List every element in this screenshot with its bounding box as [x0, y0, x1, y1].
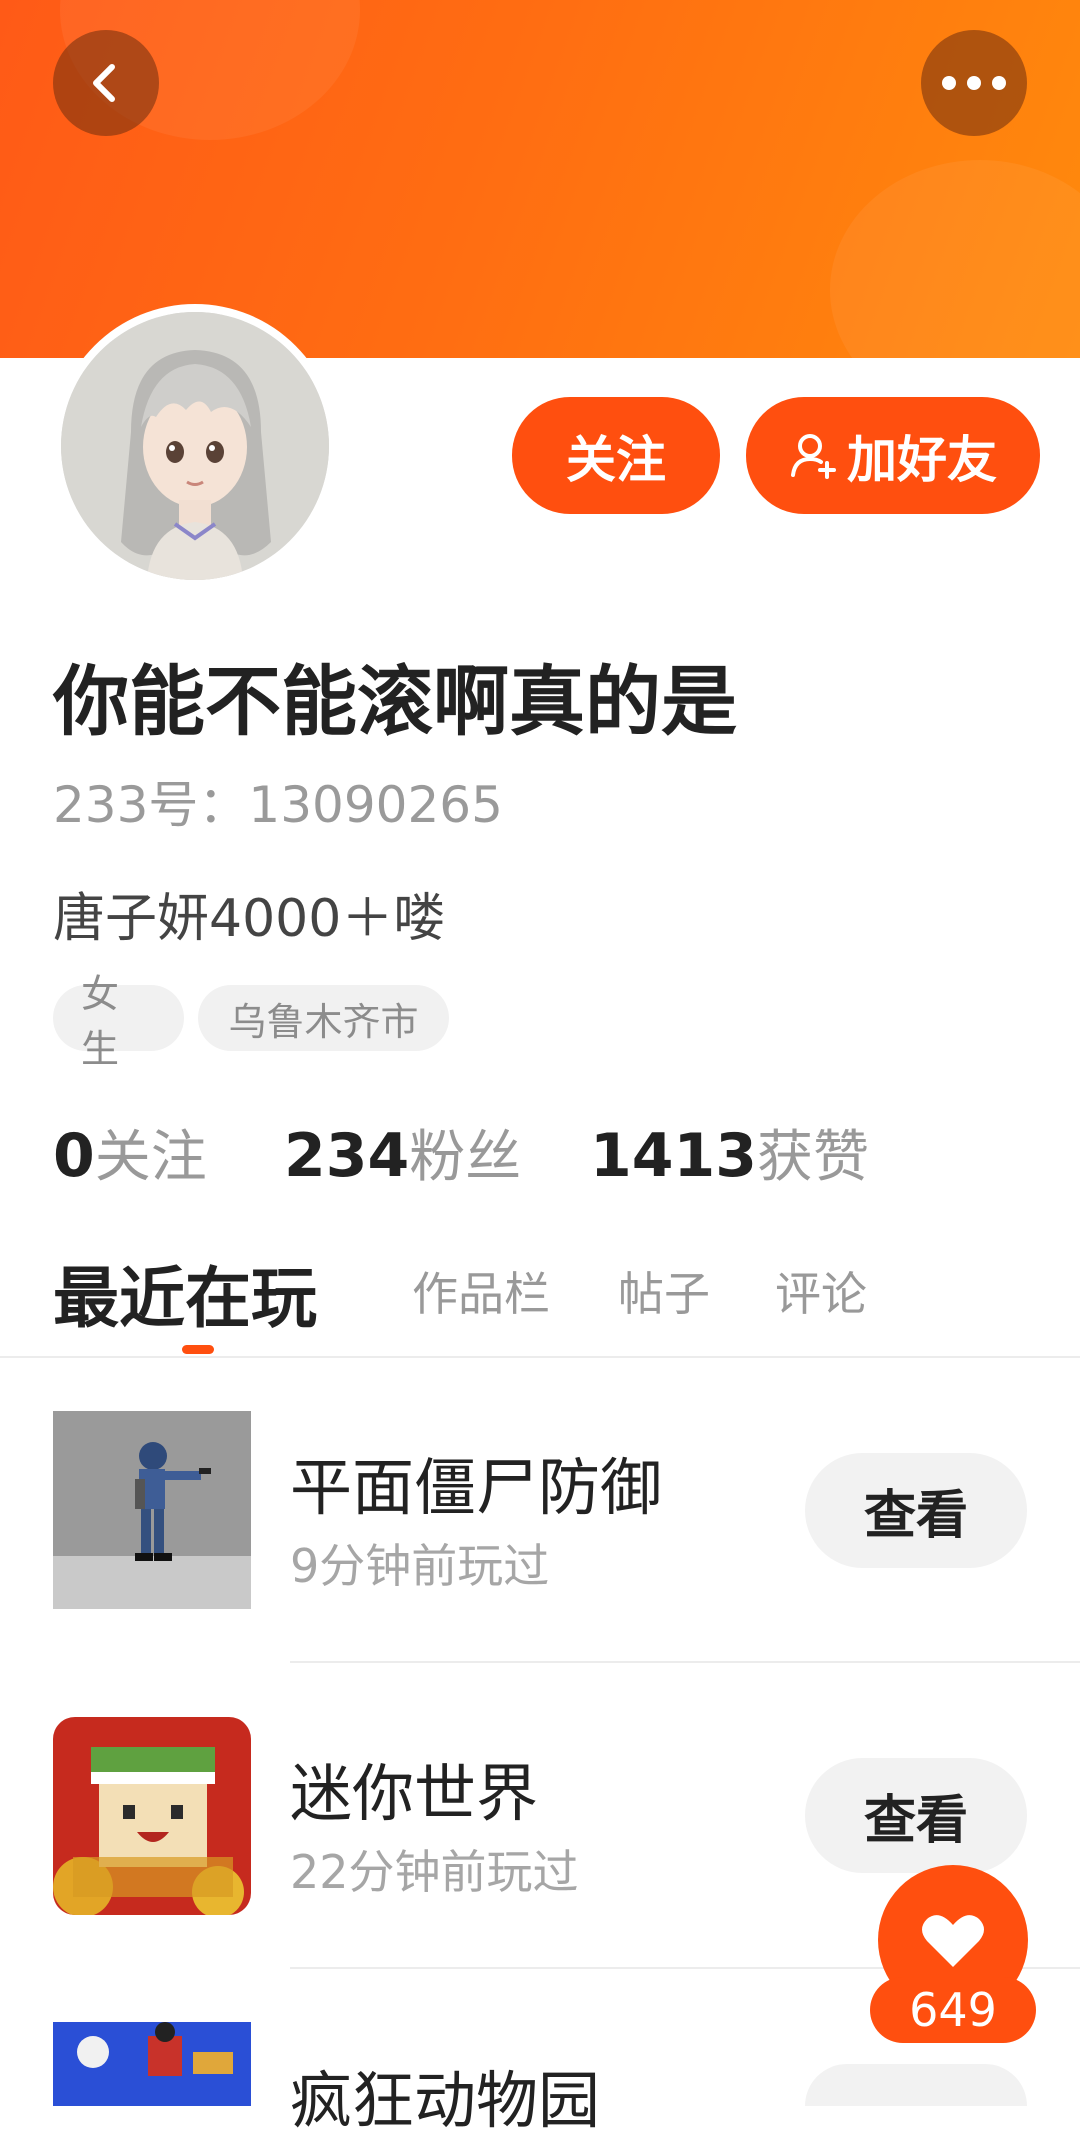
add-friend-button[interactable]: 加好友 [746, 397, 1040, 514]
tab-posts[interactable]: 帖子 [618, 1258, 710, 1324]
game-thumbnail[interactable] [53, 2022, 251, 2106]
row-divider [290, 1661, 1080, 1663]
follow-button[interactable]: 关注 [512, 397, 720, 514]
fans-count: 234 [284, 1121, 410, 1191]
user-id: 233号：13090265 [53, 776, 503, 834]
following-stat[interactable]: 0关注 [53, 1112, 207, 1193]
add-friend-label: 加好友 [847, 430, 997, 489]
tab-comments[interactable]: 评论 [775, 1258, 867, 1324]
game-last-played: 9分钟前玩过 [290, 1539, 550, 1593]
likes-stat[interactable]: 1413获赞 [590, 1112, 869, 1193]
gender-tag: 女生 [53, 972, 184, 1071]
city-tag: 乌鲁木齐市 [198, 985, 449, 1051]
user-plus-icon [791, 433, 836, 479]
view-button[interactable]: 查看 [805, 1453, 1027, 1568]
crazy-zoo-game-thumbnail [53, 2022, 251, 2106]
bio: 唐子妍4000＋喽 [53, 889, 446, 949]
game-name: 疯狂动物园 [290, 2064, 601, 2137]
game-thumbnail[interactable] [53, 1717, 251, 1915]
more-button[interactable] [921, 30, 1027, 136]
fans-label: 粉丝 [409, 1125, 522, 1190]
back-button[interactable] [53, 30, 159, 136]
game-last-played: 22分钟前玩过 [290, 1845, 579, 1899]
more-horizontal-icon [942, 76, 1006, 90]
following-count: 0 [53, 1121, 95, 1191]
mini-world-game-thumbnail [53, 1717, 251, 1915]
banner-decoration [830, 160, 1080, 358]
fans-stat[interactable]: 234粉丝 [284, 1112, 521, 1193]
avatar[interactable] [61, 312, 329, 580]
game-name: 迷你世界 [290, 1757, 539, 1830]
tabs-divider [0, 1356, 1080, 1358]
username: 你能不能滚啊真的是 [53, 657, 737, 746]
follow-button-label: 关注 [566, 430, 666, 489]
likes-count: 1413 [590, 1121, 757, 1191]
anime-girl-avatar [61, 312, 329, 580]
tab-recently-played[interactable]: 最近在玩 [53, 1245, 317, 1341]
view-button[interactable]: 查看 [805, 1758, 1027, 1873]
likes-label: 获赞 [757, 1125, 869, 1190]
like-count: 649 [870, 1977, 1036, 2043]
game-thumbnail[interactable] [53, 1411, 251, 1609]
game-name: 平面僵尸防御 [290, 1451, 663, 1524]
following-label: 关注 [94, 1125, 207, 1190]
active-tab-indicator [182, 1345, 214, 1354]
header-banner [0, 0, 1080, 358]
heart-icon [922, 1915, 984, 1967]
tab-works[interactable]: 作品栏 [412, 1258, 550, 1324]
view-button[interactable] [805, 2064, 1027, 2106]
soldier-game-thumbnail [53, 1411, 251, 1609]
chevron-left-icon [93, 64, 115, 102]
